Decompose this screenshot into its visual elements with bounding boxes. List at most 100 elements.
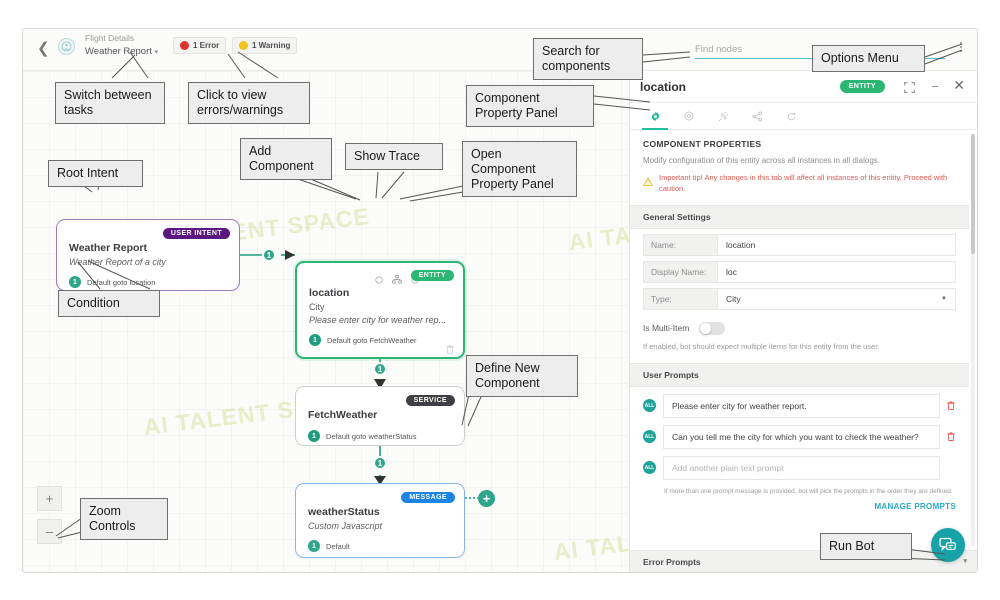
panel-tabs[interactable]: [630, 103, 977, 130]
show-trace-icon[interactable]: [392, 271, 402, 289]
toggle-knob: [700, 322, 712, 334]
close-icon[interactable]: ✕: [953, 77, 965, 94]
add-component-icon[interactable]: [375, 271, 383, 289]
delete-prompt-icon[interactable]: [947, 428, 956, 446]
transition-count-badge: 1: [308, 430, 320, 442]
component-property-panel: location ENTITY − ✕ COMPONENT PROPERTIES…: [629, 71, 977, 572]
zoom-controls[interactable]: + –: [37, 486, 62, 552]
important-tip-text: Important tip! Any changes in this tab w…: [659, 173, 948, 193]
error-badge[interactable]: 1 Error: [173, 37, 227, 54]
field-label: Display Name:: [643, 260, 717, 283]
manage-prompts-link[interactable]: MANAGE PROMPTS: [630, 495, 969, 522]
display-name-field[interactable]: [717, 260, 956, 283]
annotation-zoom-controls: Zoom Controls: [80, 498, 168, 540]
important-tip: Important tip! Any changes in this tab w…: [643, 173, 956, 205]
prompt-row-new: ALL: [630, 449, 969, 480]
general-settings-header: General Settings: [630, 204, 969, 229]
annotation-component-property-panel: Component Property Panel: [466, 85, 594, 127]
zoom-in-button[interactable]: +: [37, 486, 62, 511]
multi-item-row: Is Multi-Item: [630, 310, 969, 335]
panel-entity-badge: ENTITY: [839, 80, 885, 93]
tab-connections[interactable]: [706, 103, 740, 130]
back-chevron-icon[interactable]: ❮: [37, 41, 50, 56]
tab-instance[interactable]: [672, 103, 706, 130]
multi-item-toggle[interactable]: [699, 321, 726, 335]
breadcrumb-task[interactable]: Weather Report ▾: [85, 46, 158, 58]
field-label: Name:: [643, 233, 717, 256]
prompt-row: ALL: [630, 418, 969, 449]
panel-scroll-area: COMPONENT PROPERTIES Modify configuratio…: [630, 130, 969, 550]
node-subtitle: City: [309, 302, 325, 312]
chevron-down-icon: ▾: [963, 558, 967, 565]
edge-condition-badge[interactable]: 1: [262, 248, 276, 262]
panel-scrollbar-thumb[interactable]: [971, 134, 975, 254]
annotation-define-new-component: Define New Component: [466, 355, 578, 397]
type-select[interactable]: City ▼: [717, 287, 956, 310]
transition-label: Default goto weatherStatus: [326, 431, 417, 441]
expand-icon[interactable]: [904, 80, 915, 98]
zoom-out-button[interactable]: –: [37, 519, 62, 544]
user-prompts-header: User Prompts: [630, 362, 969, 387]
flow-node-message-weatherstatus[interactable]: MESSAGE weatherStatus Custom Javascript …: [295, 483, 465, 558]
node-prompt-preview: Please enter city for weather rep...: [309, 315, 447, 325]
tab-history[interactable]: [774, 103, 808, 130]
name-field[interactable]: [717, 233, 956, 256]
new-prompt-input[interactable]: [663, 455, 940, 480]
prompts-help-text: If more than one prompt message is provi…: [664, 487, 953, 495]
transition-label: Default goto FetchWeather: [327, 335, 417, 345]
component-properties-section: COMPONENT PROPERTIES Modify configuratio…: [630, 130, 969, 205]
prompt-row: ALL: [630, 387, 969, 418]
warning-badge[interactable]: 1 Warning: [232, 37, 298, 54]
transition-count-badge: 1: [308, 540, 320, 552]
multi-item-help: If enabled, bot should expect multiple i…: [643, 341, 880, 351]
flow-node-user-intent[interactable]: USER INTENT Weather Report Weather Repor…: [56, 219, 240, 291]
component-properties-description: Modify configuration of this entity acro…: [643, 156, 881, 165]
chevron-down-icon: ▾: [154, 49, 159, 57]
options-menu-icon[interactable]: [955, 38, 967, 56]
type-select-value: City: [726, 293, 741, 304]
annotation-switch-tasks: Switch between tasks: [55, 82, 165, 124]
node-tag: SERVICE: [405, 395, 455, 406]
run-bot-button[interactable]: [931, 528, 965, 562]
panel-header: location ENTITY − ✕: [630, 71, 977, 103]
annotation-search-components: Search for components: [533, 38, 643, 80]
node-transition[interactable]: 1 Default goto weatherStatus: [308, 430, 452, 442]
node-subtitle: Custom Javascript: [308, 521, 383, 531]
transition-count-badge: 1: [69, 276, 81, 288]
component-properties-title: COMPONENT PROPERTIES: [643, 139, 762, 149]
panel-body: COMPONENT PROPERTIES Modify configuratio…: [630, 130, 977, 572]
breadcrumb[interactable]: Flight Details Weather Report ▾: [85, 33, 158, 58]
trash-icon[interactable]: [446, 341, 454, 354]
node-transition[interactable]: 1 Default goto location: [69, 276, 227, 288]
flow-node-entity-location[interactable]: ENTITY location City Please enter city f…: [295, 261, 465, 359]
chat-bot-icon: [939, 537, 956, 551]
annotation-options-menu: Options Menu: [812, 45, 925, 72]
edge-condition-badge[interactable]: 1: [373, 456, 387, 470]
node-transition[interactable]: 1 Default: [308, 540, 452, 552]
transition-label: Default goto location: [87, 277, 156, 287]
tab-settings[interactable]: [638, 103, 672, 130]
error-badge-label: 1 Error: [193, 41, 220, 50]
node-tag: ENTITY: [410, 270, 454, 281]
multi-item-label: Is Multi-Item: [643, 323, 690, 334]
warning-triangle-icon: [643, 174, 653, 195]
tab-share[interactable]: [740, 103, 774, 130]
edge-condition-badge[interactable]: 1: [373, 362, 387, 376]
prompt-input[interactable]: [663, 393, 940, 418]
prompt-input[interactable]: [663, 424, 940, 449]
node-transition[interactable]: 1 Default goto FetchWeather: [309, 334, 451, 346]
flow-node-service-fetchweather[interactable]: SERVICE FetchWeather 1 Default goto weat…: [295, 386, 465, 446]
error-prompts-header[interactable]: Error Prompts ▾: [630, 550, 977, 572]
annotation-open-component-property-panel: Open Component Property Panel: [462, 141, 577, 198]
breadcrumb-parent: Flight Details: [85, 33, 135, 43]
transition-label: Default: [326, 541, 350, 551]
node-subtitle: Weather Report of a city: [69, 257, 166, 267]
annotation-run-bot: Run Bot: [820, 533, 912, 560]
delete-prompt-icon[interactable]: [947, 397, 956, 415]
minimize-icon[interactable]: −: [931, 79, 939, 94]
define-new-component-plus-icon[interactable]: +: [478, 490, 495, 507]
prompt-channel-avatar: ALL: [643, 399, 656, 413]
panel-title: location: [640, 79, 687, 94]
prompt-channel-avatar: ALL: [643, 461, 656, 475]
annotation-root-intent: Root Intent: [48, 160, 143, 187]
